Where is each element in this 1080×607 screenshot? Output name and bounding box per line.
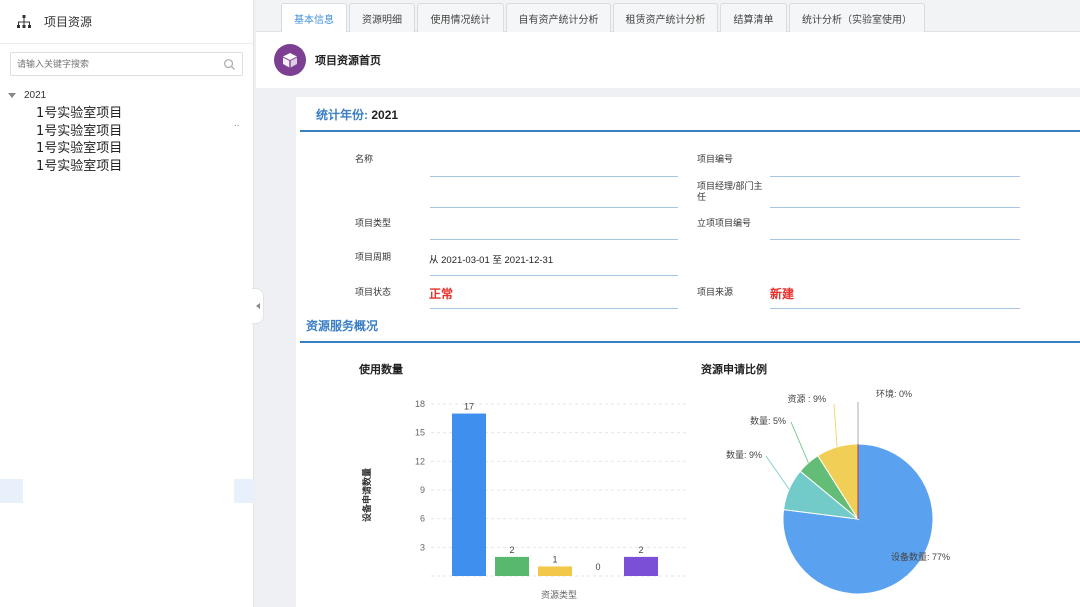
tab-usage-stats[interactable]: 使用情况统计: [417, 3, 504, 32]
y-axis-label: 设备申请数量: [361, 468, 372, 522]
divider: [300, 130, 1080, 132]
bar-value-label: 1: [552, 554, 557, 564]
field-type-input[interactable]: [430, 239, 678, 240]
tab-owned-assets[interactable]: 自有资产统计分析: [506, 3, 611, 32]
field-empty-input[interactable]: [430, 207, 678, 208]
field-label-code: 项目编号: [697, 154, 734, 164]
pie-slice-label: 资源 : 9%: [787, 394, 826, 404]
field-label-source: 项目来源: [697, 287, 734, 297]
sidebar: 项目资源 2021 1号实验室项目 1号实验室项目 1号实验室项目 1号实验室项…: [0, 0, 254, 607]
bar: [538, 566, 572, 576]
section-title-overview: 资源服务概况: [306, 319, 379, 333]
field-source-value: 新建: [770, 287, 795, 301]
bar: [452, 413, 486, 576]
pie-slice-label: 设备数量: 77%: [891, 551, 950, 562]
sidebar-header: 项目资源: [0, 0, 253, 44]
tree-item-project[interactable]: 1号实验室项目: [36, 140, 253, 158]
bar: [495, 556, 529, 576]
tree-item-project[interactable]: 1号实验室项目: [36, 123, 253, 141]
pie-slice-label: 环境: 0%: [876, 388, 912, 399]
field-label-period: 项目周期: [355, 252, 392, 262]
bar-value-label: 2: [638, 545, 643, 555]
field-label-status: 项目状态: [355, 287, 392, 297]
tab-basic-info[interactable]: 基本信息: [281, 3, 347, 33]
row-highlight-right: [234, 479, 254, 503]
bar: [624, 556, 658, 576]
stats-year-label: 统计年份:: [316, 108, 368, 122]
pie-leader-line: [833, 403, 838, 448]
org-tree-icon: [17, 14, 31, 28]
y-tick-label: 6: [420, 514, 425, 524]
field-code-input[interactable]: [770, 176, 1020, 177]
tree-item-project[interactable]: 1号实验室项目: [36, 158, 253, 176]
tree-node-label: 2021: [24, 90, 47, 101]
ratio-pie-chart: 设备数量: 77% 数量: 9% 数量: 5% 资源 : 9% 环境: 0%: [726, 388, 950, 595]
tab-leased-assets[interactable]: 租赁资产统计分析: [613, 3, 718, 32]
pie-slice-label: 数量: 9%: [726, 449, 762, 460]
search-input[interactable]: [11, 59, 211, 69]
bar-value-label: 17: [464, 402, 474, 412]
field-status-input[interactable]: [430, 308, 678, 309]
chevron-left-icon[interactable]: [255, 303, 260, 309]
x-axis-label: 资源类型: [541, 589, 577, 600]
usage-bar-chart: 3 6 9 12 15 18 设备申请数量资源类型 17 2 1 0 2: [361, 399, 686, 600]
field-label-name: 名称: [355, 154, 374, 164]
pie-leader-line: [790, 421, 809, 463]
sidebar-search: [10, 52, 243, 76]
field-approval-input[interactable]: [770, 239, 1020, 240]
sidebar-title: 项目资源: [44, 15, 93, 29]
field-label-manager: 项目经理/部门主任: [697, 181, 763, 202]
tree-children: 1号实验室项目 1号实验室项目 1号实验室项目 1号实验室项目: [0, 105, 253, 175]
bar-value-label: 2: [509, 545, 514, 555]
tab-lab-analysis[interactable]: 统计分析（实验室使用）: [789, 3, 925, 32]
tree-more-indicator: ..: [234, 118, 240, 129]
cube-icon: [274, 44, 306, 76]
y-tick-label: 12: [415, 456, 425, 466]
main-card: 统计年份: 2021 名称 项目类型 项目周期 从 2021-03-01 至 2…: [296, 97, 1080, 607]
field-period-input[interactable]: [430, 275, 678, 276]
tab-settlement[interactable]: 结算清单: [720, 3, 787, 32]
field-label-type: 项目类型: [355, 218, 392, 228]
caret-down-icon[interactable]: [8, 93, 16, 98]
tab-bar: 基本信息 资源明细 使用情况统计 自有资产统计分析 租赁资产统计分析 结算清单 …: [256, 0, 1080, 33]
field-name-input[interactable]: [430, 176, 678, 177]
y-tick-label: 15: [415, 428, 425, 438]
tree-item-project[interactable]: 1号实验室项目: [36, 105, 253, 123]
pie-chart-title: 资源申请比例: [701, 364, 767, 376]
page-header: 项目资源首页: [256, 32, 1080, 88]
field-label-approval: 立项项目编号: [697, 218, 752, 228]
field-source-input[interactable]: [770, 308, 1020, 309]
pie-leader-line: [765, 455, 790, 490]
tab-resource-detail[interactable]: 资源明细: [349, 3, 415, 32]
bar-chart-title: 使用数量: [359, 364, 403, 376]
tree-node-2021[interactable]: 2021: [0, 90, 253, 101]
sidebar-collapse-handle[interactable]: [252, 288, 264, 324]
y-tick-label: 3: [420, 542, 425, 552]
stats-year: 统计年份: 2021: [316, 106, 398, 123]
pie-slice-label: 数量: 5%: [750, 415, 786, 426]
field-manager-input[interactable]: [770, 207, 1020, 208]
divider: [300, 341, 1080, 343]
search-icon[interactable]: [223, 58, 236, 71]
row-highlight-left: [0, 479, 23, 503]
stats-year-value: 2021: [371, 108, 399, 122]
y-tick-label: 9: [420, 485, 425, 495]
field-status-value: 正常: [429, 287, 454, 301]
field-period-value: 从 2021-03-01 至 2021-12-31: [429, 255, 554, 266]
y-tick-label: 18: [415, 399, 425, 409]
bar-value-label: 0: [595, 562, 600, 572]
page-title: 项目资源首页: [315, 55, 381, 67]
